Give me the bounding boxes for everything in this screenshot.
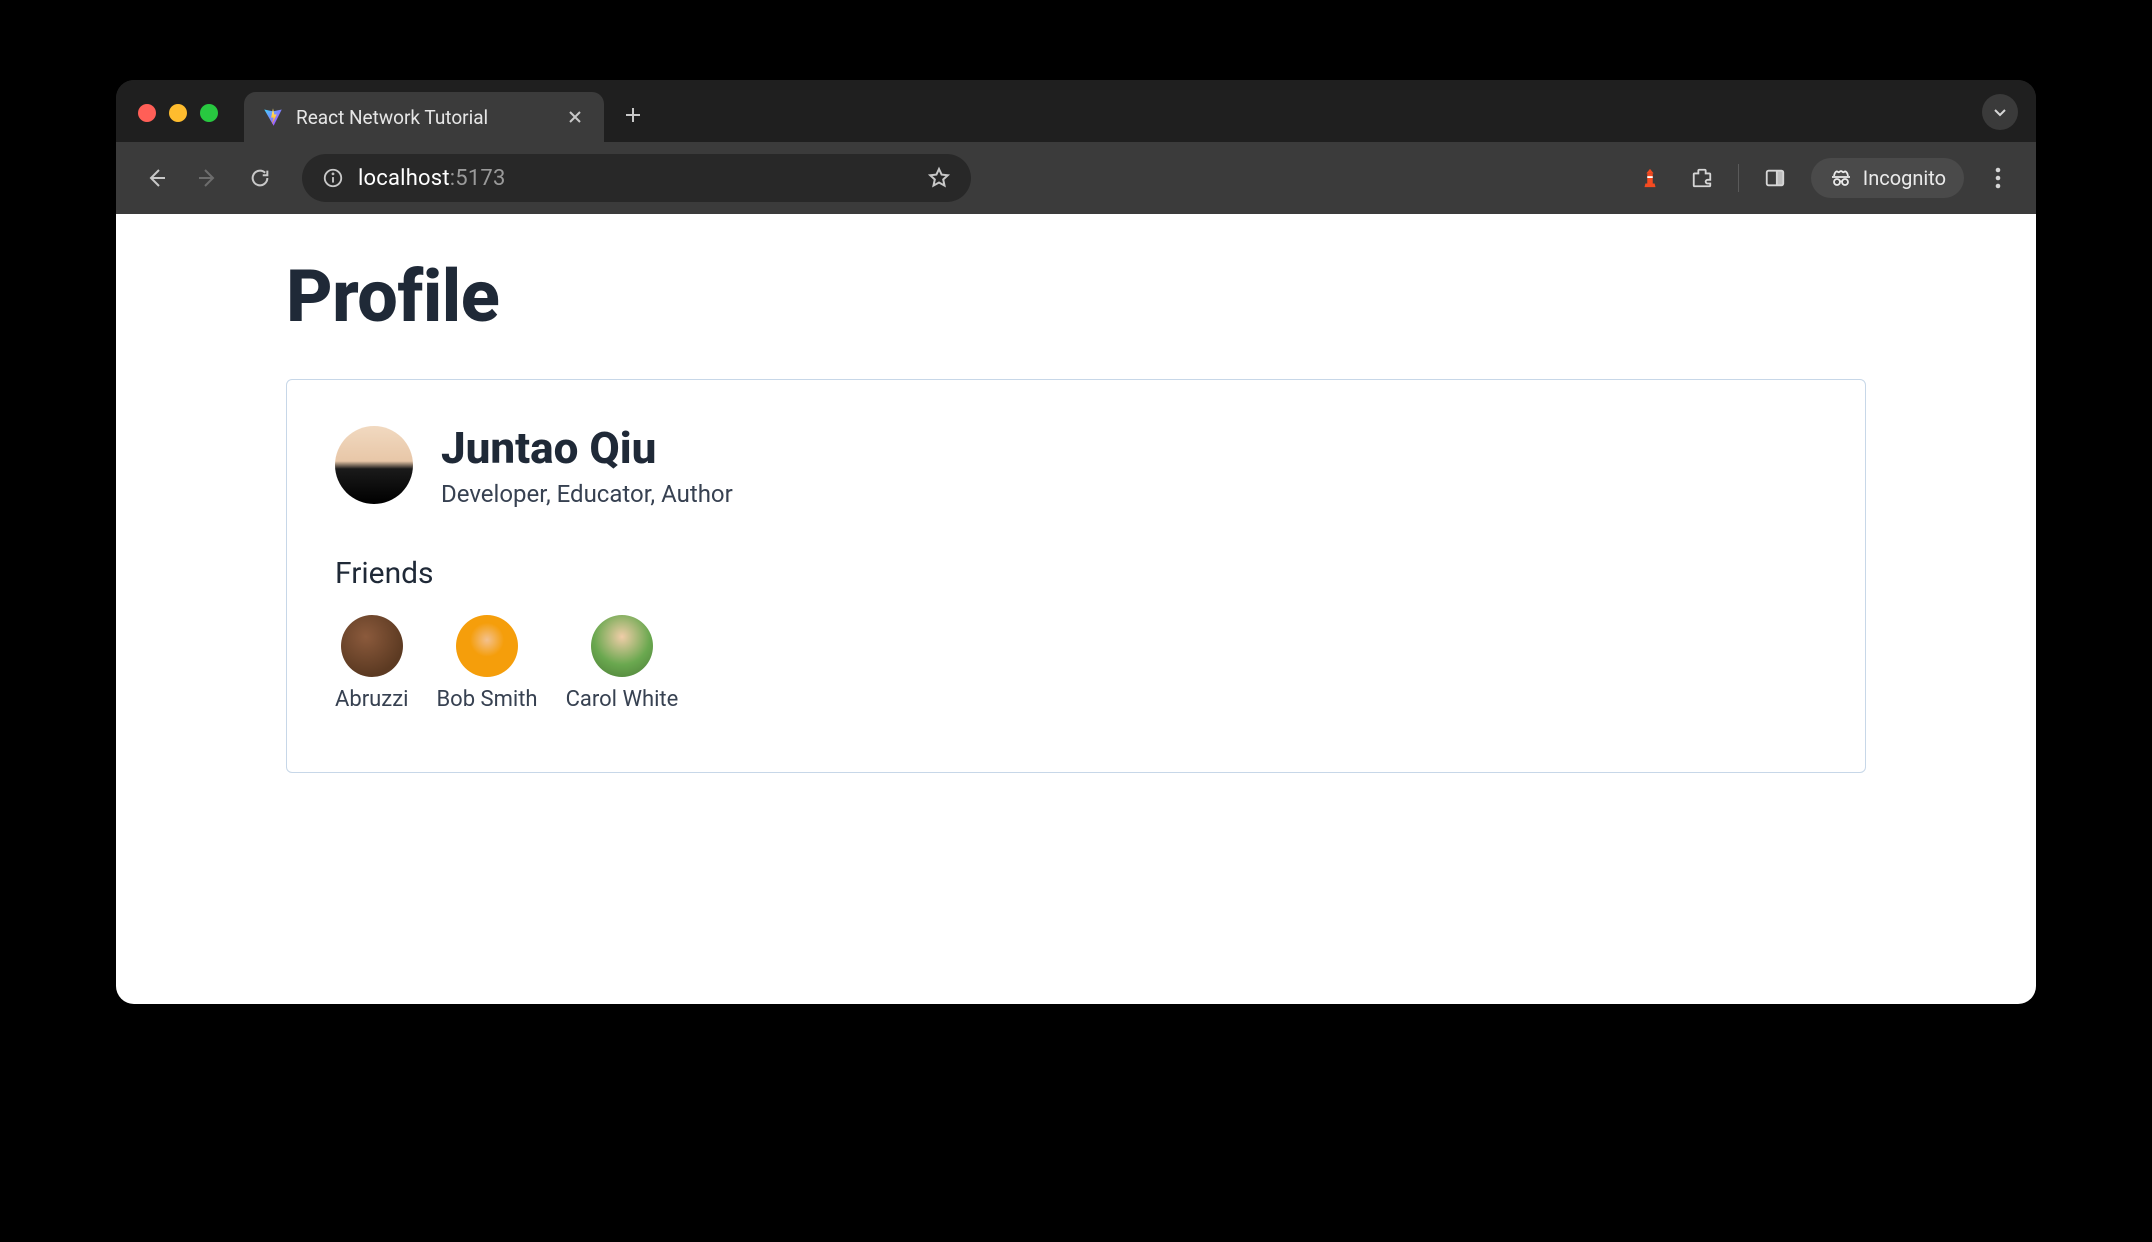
url-port: :5173 <box>450 166 506 191</box>
window-minimize-button[interactable] <box>169 104 187 122</box>
profile-bio: Developer, Educator, Author <box>441 480 733 508</box>
site-info-icon[interactable] <box>322 167 344 189</box>
bookmark-star-button[interactable] <box>927 166 951 190</box>
friend-avatar <box>591 615 653 677</box>
incognito-icon <box>1829 166 1853 190</box>
friend-item[interactable]: Abruzzi <box>335 615 408 712</box>
profile-header: Juntao Qiu Developer, Educator, Author <box>335 422 1817 508</box>
page-viewport: Profile Juntao Qiu Developer, Educator, … <box>116 214 2036 1004</box>
incognito-indicator[interactable]: Incognito <box>1811 158 1964 198</box>
friend-item[interactable]: Carol White <box>566 615 679 712</box>
window-controls <box>138 104 218 122</box>
back-button[interactable] <box>134 156 178 200</box>
side-panel-button[interactable] <box>1753 156 1797 200</box>
friend-name: Abruzzi <box>335 687 408 712</box>
friend-avatar <box>456 615 518 677</box>
friend-avatar <box>341 615 403 677</box>
tab-close-button[interactable] <box>564 106 586 128</box>
friends-list: Abruzzi Bob Smith Carol White <box>335 615 1817 712</box>
vite-favicon-icon <box>262 106 284 128</box>
profile-avatar <box>335 426 413 504</box>
friend-item[interactable]: Bob Smith <box>436 615 537 712</box>
profile-info: Juntao Qiu Developer, Educator, Author <box>441 422 733 508</box>
window-close-button[interactable] <box>138 104 156 122</box>
browser-toolbar: localhost:5173 Incognito <box>116 142 2036 214</box>
extensions-button[interactable] <box>1680 156 1724 200</box>
extension-lighthouse-icon[interactable] <box>1628 156 1672 200</box>
new-tab-button[interactable] <box>618 100 648 130</box>
toolbar-separator <box>1738 164 1739 192</box>
browser-window: React Network Tutorial localhost:5173 <box>116 80 2036 1004</box>
forward-button[interactable] <box>186 156 230 200</box>
browser-tab[interactable]: React Network Tutorial <box>244 92 604 142</box>
friend-name: Bob Smith <box>436 687 537 712</box>
reload-button[interactable] <box>238 156 282 200</box>
profile-card: Juntao Qiu Developer, Educator, Author F… <box>286 379 1866 773</box>
friends-heading: Friends <box>335 556 1817 591</box>
page-title: Profile <box>286 254 1866 339</box>
friend-name: Carol White <box>566 687 679 712</box>
tabs-dropdown-button[interactable] <box>1982 94 2018 130</box>
browser-menu-button[interactable] <box>1978 158 2018 198</box>
url-host: localhost <box>358 166 450 191</box>
window-fullscreen-button[interactable] <box>200 104 218 122</box>
address-bar[interactable]: localhost:5173 <box>302 154 971 202</box>
tab-strip: React Network Tutorial <box>116 80 2036 142</box>
tab-title: React Network Tutorial <box>296 106 552 129</box>
url-text: localhost:5173 <box>358 166 506 191</box>
incognito-label: Incognito <box>1863 166 1946 190</box>
profile-name: Juntao Qiu <box>441 422 733 474</box>
